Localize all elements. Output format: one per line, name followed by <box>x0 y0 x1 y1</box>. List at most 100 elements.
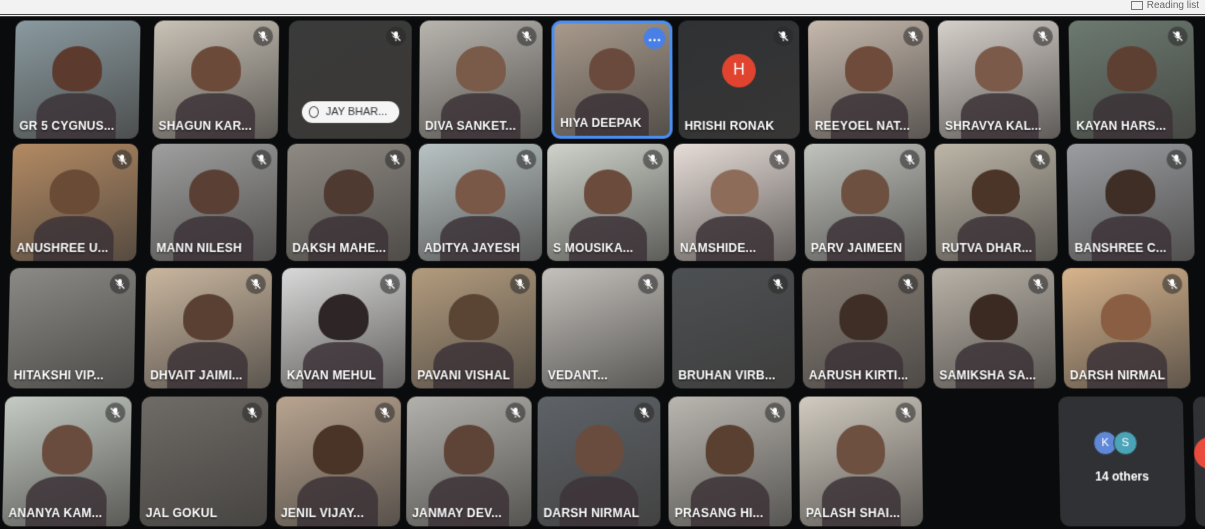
mic-off-icon <box>385 26 406 47</box>
mic-off-icon <box>509 273 530 295</box>
mic-off-icon <box>253 26 274 47</box>
participant-video <box>448 294 499 341</box>
reading-list-button[interactable]: Reading list <box>1130 0 1199 11</box>
participant-name: SHRAVYA KAL... <box>944 119 1042 133</box>
participant-tile[interactable]: KAVAN MEHUL <box>280 268 407 389</box>
reading-list-label: Reading list <box>1146 0 1199 11</box>
mic-off-icon <box>374 402 395 423</box>
participant-tile[interactable]: AARUSH KIRTI... <box>801 268 926 389</box>
participant-name: REEYOEL NAT... <box>814 119 911 133</box>
participant-name: HIYA DEEPAK <box>560 116 642 130</box>
participant-tile[interactable]: JENIL VIJAY... <box>274 396 402 527</box>
participant-video <box>710 169 760 214</box>
participant-video <box>705 424 755 475</box>
participant-name: DARSH NIRMAL <box>1069 368 1166 383</box>
participant-tile[interactable]: PARV JAIMEEN <box>803 143 927 262</box>
participant-name: PRASANG HI... <box>674 505 764 521</box>
participant-tile[interactable]: RUTVA DHAR... <box>934 143 1058 262</box>
participant-name: BRUHAN VIRB... <box>678 368 776 383</box>
participant-name: SHAGUN KAR... <box>158 119 253 133</box>
participant-video <box>323 169 374 214</box>
participant-tile[interactable]: … HIYA DEEPAK <box>551 20 673 139</box>
participant-tile[interactable]: DARSH NIRMAL <box>1061 268 1191 389</box>
participant-video <box>1100 294 1152 341</box>
others-tile[interactable]: K S 14 others <box>1058 396 1186 527</box>
participant-tile[interactable]: DHVAIT JAIMI... <box>143 268 273 389</box>
participant-tile[interactable]: ANANYA KAM... <box>2 396 132 527</box>
more-options-icon[interactable]: … <box>643 27 666 50</box>
participant-video <box>838 294 889 341</box>
mic-off-icon <box>768 273 789 295</box>
mic-off-icon <box>109 273 130 295</box>
participant-tile[interactable]: JAY BHAR... <box>287 20 412 139</box>
mic-off-icon <box>1029 149 1051 170</box>
participant-name: HITAKSHI VIP... <box>13 368 105 383</box>
participant-tile[interactable]: BRUHAN VIRB... <box>671 268 795 389</box>
participant-tile[interactable]: H HRISHI RONAK <box>678 20 800 139</box>
mic-off-icon <box>505 402 526 423</box>
mic-off-icon <box>1167 26 1188 47</box>
participant-tile[interactable]: PALASH SHAI... <box>798 396 924 527</box>
participant-video <box>190 46 242 92</box>
participant-name: ANANYA KAM... <box>8 505 103 521</box>
participant-tile[interactable]: SHAGUN KAR... <box>152 20 280 139</box>
participant-tile[interactable]: DIVA SANKET... <box>418 20 543 139</box>
participant-video <box>971 169 1021 214</box>
participant-name: GR 5 CYGNUS... <box>19 119 115 133</box>
participant-video <box>588 48 635 91</box>
participant-video <box>840 169 890 214</box>
participant-video <box>968 294 1019 341</box>
participant-tile[interactable]: NAMSHIDE... <box>673 143 796 262</box>
mic-off-icon <box>1162 273 1183 295</box>
participant-name: BANSHREE C... <box>1074 241 1167 256</box>
participant-name: PALASH SHAI... <box>805 505 901 521</box>
participant-name: ADITYA JAYESH <box>424 241 521 256</box>
participant-tile[interactable]: SAMIKSHA SA... <box>931 268 1057 389</box>
self-avatar: G <box>1193 436 1205 470</box>
mic-off-icon <box>251 149 272 170</box>
participant-avatar: H <box>721 53 756 88</box>
participant-name: ANUSHREE U... <box>16 241 109 256</box>
participant-tile[interactable]: VEDANT... <box>541 268 665 389</box>
participant-video <box>574 424 624 475</box>
participant-tile[interactable]: DAKSH MAHE... <box>286 143 411 262</box>
self-tile[interactable]: G <box>1192 396 1205 527</box>
participant-name-pill: JAY BHAR... <box>301 101 400 123</box>
mic-off-icon <box>111 149 133 170</box>
mic-off-icon <box>895 402 916 423</box>
others-avatar: S <box>1113 430 1138 456</box>
participant-video <box>318 294 369 341</box>
mic-off-icon <box>898 273 919 295</box>
reading-list-icon <box>1130 0 1143 10</box>
participant-tile[interactable]: GR 5 CYGNUS... <box>13 20 141 139</box>
participant-tile[interactable]: ADITYA JAYESH <box>418 143 543 262</box>
browser-top-strip: Reading list <box>0 0 1205 17</box>
participant-video <box>1106 46 1158 92</box>
participant-tile[interactable]: REEYOEL NAT... <box>807 20 931 139</box>
participant-video <box>312 424 364 475</box>
participant-tile[interactable]: PRASANG HI... <box>668 396 792 527</box>
participant-video <box>974 46 1024 92</box>
participant-tile[interactable]: KAYAN HARS... <box>1068 20 1196 139</box>
participant-tile[interactable]: MANN NILESH <box>150 143 278 262</box>
participant-tile[interactable]: BANSHREE C... <box>1066 143 1195 262</box>
participant-tile[interactable]: JAL GOKUL <box>139 396 269 527</box>
participant-tile[interactable]: HITAKSHI VIP... <box>7 268 137 389</box>
participant-video <box>443 424 495 475</box>
participant-tile[interactable]: PAVANI VISHAL <box>411 268 537 389</box>
participant-tile[interactable]: S MOUSIKA... <box>547 143 669 262</box>
participant-tile[interactable]: ANUSHREE U... <box>10 143 139 262</box>
participant-name: S MOUSIKA... <box>553 241 634 256</box>
participant-tile[interactable]: SHRAVYA KAL... <box>937 20 1061 139</box>
participant-video <box>456 46 506 92</box>
participant-video <box>583 169 633 214</box>
mic-off-icon <box>899 149 920 170</box>
participant-tile[interactable]: JANMAY DEV... <box>406 396 532 527</box>
mic-off-icon <box>1032 26 1054 47</box>
participant-tile[interactable]: DARSH NIRMAL <box>537 396 661 527</box>
mic-off-icon <box>516 149 537 170</box>
participant-name: DARSH NIRMAL <box>543 505 640 521</box>
mic-off-icon <box>379 273 400 295</box>
participant-name: DAKSH MAHE... <box>292 241 387 256</box>
audio-level-icon <box>308 106 319 119</box>
